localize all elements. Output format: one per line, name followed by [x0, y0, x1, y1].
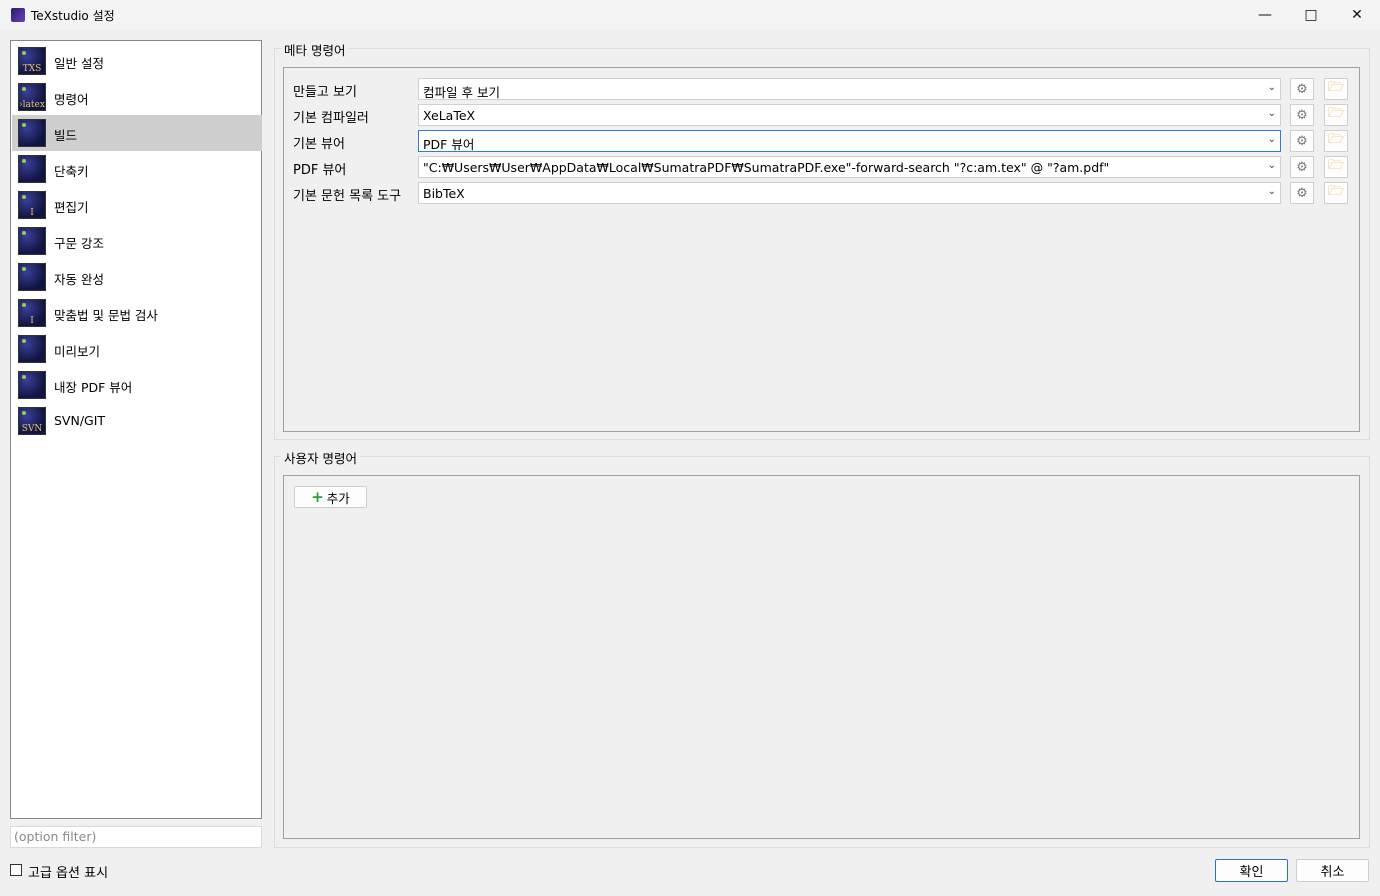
chevron-down-icon: ⌄ — [1267, 160, 1276, 171]
gear-icon[interactable]: ⚙ — [1290, 130, 1314, 152]
folder-icon[interactable]: 🗁 — [1324, 182, 1348, 204]
bibliography-tool-select[interactable]: BibTeX ⌄ — [418, 182, 1281, 204]
add-command-button[interactable]: + 추가 — [294, 486, 367, 508]
sidebar-item-label: 단축키 — [54, 164, 89, 179]
sidebar-item-preview[interactable]: 미리보기 — [12, 331, 262, 367]
row-label-default-compiler: 기본 컴파일러 — [293, 111, 369, 126]
gear-icon[interactable]: ⚙ — [1290, 78, 1314, 100]
completion-list-icon — [18, 263, 46, 291]
meta-commands-title: 메타 명령어 — [281, 40, 349, 59]
ok-button[interactable]: 확인 — [1215, 859, 1288, 882]
folder-icon[interactable]: 🗁 — [1324, 156, 1348, 178]
folder-icon[interactable]: 🗁 — [1324, 104, 1348, 126]
sidebar-item-svn-git[interactable]: SVN SVN/GIT — [12, 403, 262, 439]
advanced-options-checkbox[interactable] — [10, 864, 22, 876]
add-command-label: 추가 — [326, 490, 350, 506]
sidebar-item-general[interactable]: TXS 일반 설정 — [12, 43, 262, 79]
window-title: TeXstudio 설정 — [31, 9, 115, 23]
gear-icon[interactable]: ⚙ — [1290, 156, 1314, 178]
pdf-document-icon — [18, 371, 46, 399]
sidebar-item-label: 명령어 — [54, 92, 89, 107]
plus-icon: + — [311, 488, 324, 506]
sidebar-item-completion[interactable]: 자동 완성 — [12, 259, 262, 295]
sidebar-item-label: 일반 설정 — [54, 56, 104, 71]
sidebar-item-syntax-highlighting[interactable]: 구문 강조 — [12, 223, 262, 259]
build-icon — [18, 119, 46, 147]
chevron-down-icon: ⌄ — [1267, 134, 1276, 145]
option-filter-input[interactable]: (option filter) — [10, 826, 262, 848]
sidebar-item-label: SVN/GIT — [54, 413, 106, 428]
sidebar-item-editor[interactable]: I 편집기 — [12, 187, 262, 223]
text-cursor-icon: I — [18, 191, 46, 219]
texstudio-app-icon — [11, 8, 25, 22]
sidebar-item-label: 자동 완성 — [54, 272, 104, 287]
row-label-default-viewer: 기본 뷰어 — [293, 137, 345, 152]
row-label-build-and-view: 만들고 보기 — [293, 85, 357, 100]
sidebar-item-label: 미리보기 — [54, 344, 101, 359]
latex-command-icon: ›latex — [18, 83, 46, 111]
document-preview-icon — [18, 335, 46, 363]
maximize-icon[interactable]: □ — [1288, 0, 1334, 30]
sidebar-item-label: 구문 강조 — [54, 236, 104, 251]
chevron-down-icon: ⌄ — [1267, 82, 1276, 93]
chevron-down-icon: ⌄ — [1267, 108, 1276, 119]
folder-icon[interactable]: 🗁 — [1324, 78, 1348, 100]
row-label-bibliography-tool: 기본 문헌 목록 도구 — [293, 189, 402, 204]
minimize-icon[interactable]: — — [1242, 0, 1288, 30]
text-cursor-icon: I — [18, 299, 46, 327]
default-compiler-select[interactable]: XeLaTeX ⌄ — [418, 104, 1281, 126]
sidebar-item-internal-pdf-viewer[interactable]: 내장 PDF 뷰어 — [12, 367, 262, 403]
sidebar-item-label: 빌드 — [54, 128, 78, 143]
user-commands-panel — [283, 475, 1360, 839]
highlight-icon — [18, 227, 46, 255]
build-and-view-select[interactable]: 컴파일 후 보기 ⌄ — [418, 78, 1281, 100]
folder-icon[interactable]: 🗁 — [1324, 130, 1348, 152]
sidebar-item-label: 맞춤법 및 문법 검사 — [54, 308, 158, 323]
sidebar-item-label: 편집기 — [54, 200, 89, 215]
gear-icon[interactable]: ⚙ — [1290, 182, 1314, 204]
row-label-pdf-viewer: PDF 뷰어 — [293, 163, 347, 178]
sidebar-item-shortcuts[interactable]: 단축키 — [12, 151, 262, 187]
pdf-viewer-select[interactable]: "C:₩Users₩User₩AppData₩Local₩SumatraPDF₩… — [418, 156, 1281, 178]
title-bar: TeXstudio 설정 — □ ✕ — [0, 0, 1380, 30]
keyboard-icon — [18, 155, 46, 183]
settings-category-list: TXS 일반 설정 ›latex 명령어 빌드 단축키 I 편집기 구문 강조 … — [10, 40, 262, 819]
chevron-down-icon: ⌄ — [1267, 186, 1276, 197]
txs-icon: TXS — [18, 47, 46, 75]
sidebar-item-build[interactable]: 빌드 — [12, 115, 262, 151]
svn-icon: SVN — [18, 407, 46, 435]
sidebar-item-label: 내장 PDF 뷰어 — [54, 380, 133, 395]
user-commands-title: 사용자 명령어 — [281, 448, 360, 467]
sidebar-item-commands[interactable]: ›latex 명령어 — [12, 79, 262, 115]
cancel-button[interactable]: 취소 — [1296, 859, 1369, 882]
advanced-options-label: 고급 옵션 표시 — [28, 866, 109, 881]
default-viewer-select[interactable]: PDF 뷰어 ⌄ — [418, 130, 1281, 152]
close-icon[interactable]: ✕ — [1334, 0, 1380, 30]
sidebar-item-spelling-grammar[interactable]: I 맞춤법 및 문법 검사 — [12, 295, 262, 331]
gear-icon[interactable]: ⚙ — [1290, 104, 1314, 126]
